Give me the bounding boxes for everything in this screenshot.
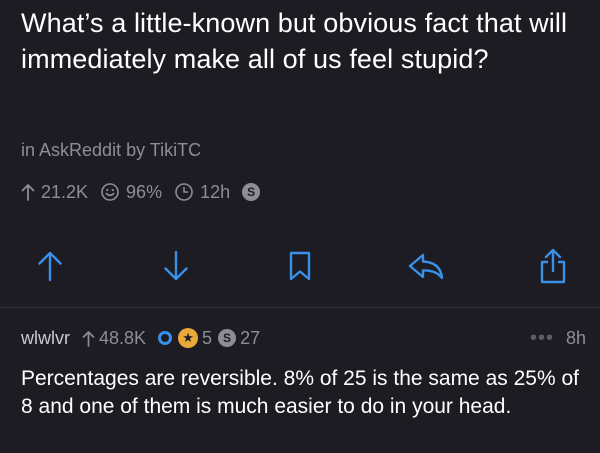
downvote-arrow-icon xyxy=(164,250,188,281)
section-divider xyxy=(0,307,600,308)
comment-score-value: 48.8K xyxy=(99,327,147,348)
clock-icon xyxy=(175,183,193,201)
author-link[interactable]: TikiTC xyxy=(150,140,201,160)
share-button[interactable] xyxy=(531,244,575,288)
subreddit-link[interactable]: AskReddit xyxy=(39,140,121,160)
post-meta: in AskReddit by TikiTC xyxy=(21,140,201,161)
silver-award-icon: S xyxy=(218,329,237,347)
action-bar xyxy=(0,244,600,288)
upvote-count-value: 21.2K xyxy=(41,181,89,202)
comment-age: 8h xyxy=(565,327,586,348)
star-icon: ★ xyxy=(178,328,199,348)
comment-header: wlwlvr 48.8K ★ 5 S 27 ••• 8h xyxy=(21,325,586,351)
comment-header-right: ••• 8h xyxy=(530,325,586,351)
comment-body: Percentages are reversible. 8% of 25 is … xyxy=(21,367,579,418)
arrow-up-icon xyxy=(82,330,95,347)
platinum-award-icon xyxy=(158,331,173,345)
upvote-arrow-icon xyxy=(38,251,62,282)
gold-award-count: 5 xyxy=(202,327,213,348)
upvote-button[interactable] xyxy=(28,244,72,288)
by-label: by xyxy=(126,140,146,160)
gold-award: ★ 5 xyxy=(178,328,212,349)
save-button[interactable] xyxy=(278,244,322,288)
comment-author[interactable]: wlwlvr xyxy=(21,328,70,349)
upvote-ratio: 96% xyxy=(100,182,162,203)
post-view: What’s a little-known but obvious fact t… xyxy=(0,0,600,453)
upvote-count: 21.2K xyxy=(21,182,88,203)
silver-award-icon: S xyxy=(242,183,261,201)
comment-score: 48.8K xyxy=(82,328,146,349)
reply-icon xyxy=(408,253,444,280)
downvote-button[interactable] xyxy=(154,244,198,288)
silver-award-count: 27 xyxy=(240,327,261,348)
share-icon xyxy=(540,248,566,284)
award-group xyxy=(158,331,173,345)
bookmark-icon xyxy=(289,251,311,281)
arrow-up-icon xyxy=(21,184,35,201)
post-stats: 21.2K 96% 12h S xyxy=(21,180,261,204)
post-title: What’s a little-known but obvious fact t… xyxy=(21,8,568,74)
post-age-value: 12h xyxy=(200,181,231,202)
in-label: in xyxy=(21,140,36,160)
more-options-icon[interactable]: ••• xyxy=(530,327,554,350)
smiley-icon xyxy=(101,183,119,201)
post-age: 12h xyxy=(174,182,230,203)
silver-award: S 27 xyxy=(218,328,260,349)
reply-button[interactable] xyxy=(404,244,448,288)
upvote-ratio-value: 96% xyxy=(126,181,163,202)
